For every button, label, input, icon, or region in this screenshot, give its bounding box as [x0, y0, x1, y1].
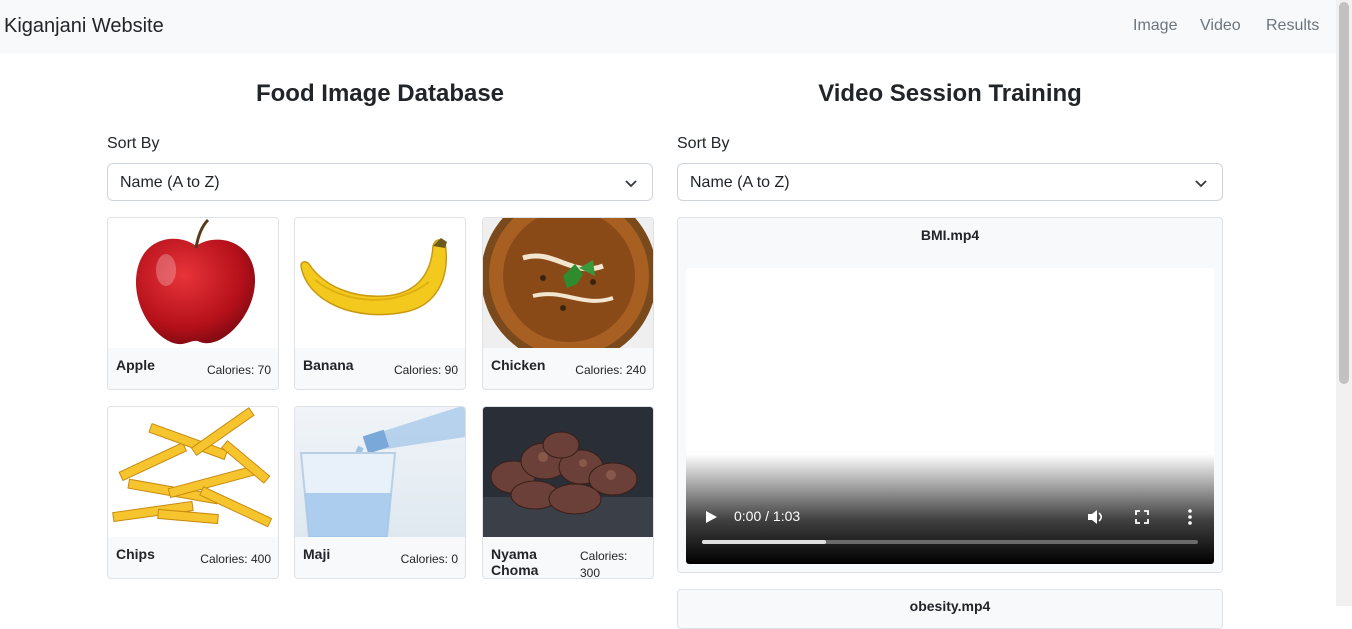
- video-sort-value: Name (A to Z): [690, 174, 790, 191]
- food-calories: Calories: 70: [206, 363, 271, 377]
- video-section-title: Video Session Training: [818, 80, 1082, 107]
- chicken-curry-image: [483, 218, 653, 348]
- food-section-title: Food Image Database: [255, 80, 505, 107]
- food-card-banana[interactable]: Banana Calories: 90: [294, 217, 466, 390]
- food-name: Nyama Choma: [491, 546, 539, 578]
- food-calories: Calories: 240: [575, 363, 646, 377]
- video-card-obesity: obesity.mp4: [677, 589, 1223, 629]
- video-title: obesity.mp4: [909, 598, 991, 614]
- nav-link-results[interactable]: Results: [1266, 17, 1319, 35]
- video-title: BMI.mp4: [920, 227, 980, 243]
- food-card-nyama-choma[interactable]: Nyama Choma Calories: 300: [482, 406, 654, 579]
- video-sort-select[interactable]: Name (A to Z): [677, 163, 1223, 201]
- food-name: Apple: [116, 357, 155, 373]
- food-sort-value: Name (A to Z): [120, 174, 220, 191]
- video-time: 0:00 / 1:03: [734, 508, 801, 524]
- navbar: Kiganjani Website Image Video Results: [0, 0, 1336, 54]
- food-name: Chicken: [491, 357, 546, 373]
- food-sort-label: Sort By: [107, 135, 160, 152]
- scrollbar-thumb[interactable]: [1339, 2, 1349, 384]
- apple-image: [108, 218, 278, 348]
- grilled-meat-image: [483, 407, 653, 537]
- food-calories: Calories: 90: [393, 363, 458, 377]
- food-name: Banana: [303, 357, 354, 373]
- video-progress-bar[interactable]: [702, 540, 1198, 544]
- food-card-maji[interactable]: Maji Calories: 0: [294, 406, 466, 579]
- food-calories: Calories: 0: [400, 552, 458, 566]
- video-player[interactable]: 0:00 / 1:03: [686, 268, 1214, 564]
- food-calories: Calories: 300: [580, 549, 628, 579]
- food-calories: Calories: 400: [200, 552, 271, 566]
- video-sort-label: Sort By: [677, 135, 730, 152]
- food-card-apple[interactable]: Apple Calories: 70: [107, 217, 279, 390]
- video-card-bmi: BMI.mp4 0:00 / 1:03: [677, 217, 1223, 573]
- chevron-down-icon: [625, 180, 637, 188]
- brand-link[interactable]: Kiganjani Website: [4, 15, 164, 38]
- food-card-chips[interactable]: Chips Calories: 400: [107, 406, 279, 579]
- banana-image: [295, 218, 465, 348]
- video-progress-fill: [702, 540, 826, 544]
- nav-link-image[interactable]: Image: [1133, 17, 1177, 35]
- food-card-chicken[interactable]: Chicken Calories: 240: [482, 217, 654, 390]
- fries-image: [108, 407, 278, 537]
- volume-icon[interactable]: [1086, 508, 1104, 526]
- water-glass-image: [295, 407, 465, 537]
- nav-link-video[interactable]: Video: [1200, 17, 1241, 35]
- food-name: Chips: [116, 546, 155, 562]
- fullscreen-icon[interactable]: [1135, 510, 1149, 524]
- food-name: Maji: [303, 546, 331, 562]
- food-sort-select[interactable]: Name (A to Z): [107, 163, 653, 201]
- more-options-icon[interactable]: [1186, 508, 1194, 526]
- chevron-down-icon: [1195, 180, 1207, 188]
- play-icon[interactable]: [704, 510, 718, 524]
